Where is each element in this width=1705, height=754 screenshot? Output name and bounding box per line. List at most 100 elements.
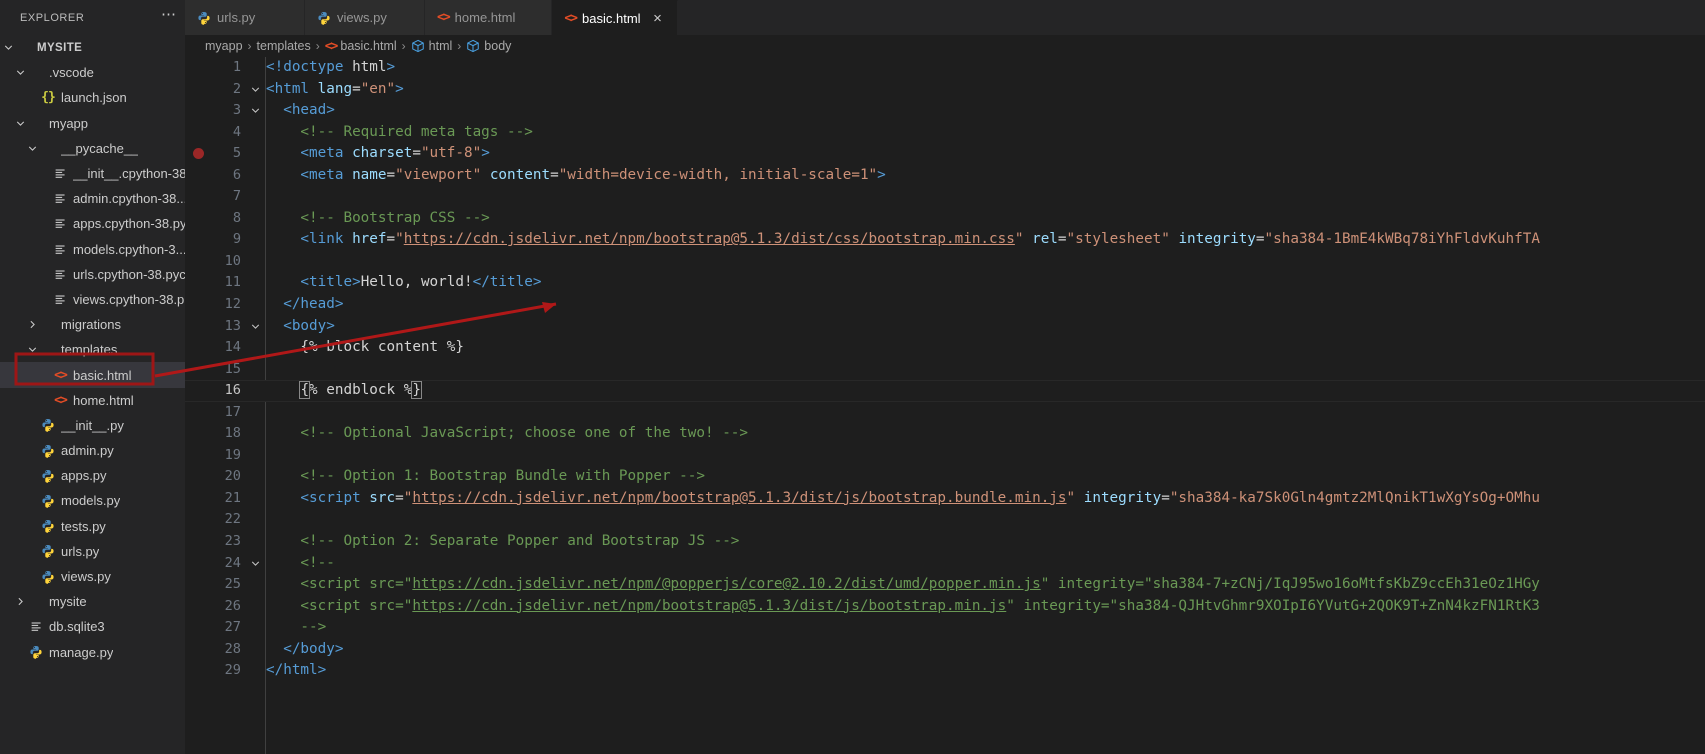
code-line[interactable]: 29 </html>	[185, 660, 1705, 682]
tab-home-html[interactable]: <>home.html×	[425, 0, 553, 35]
code-line[interactable]: 24 <!--	[185, 553, 1705, 575]
code-line[interactable]: 9 <link href="https://cdn.jsdelivr.net/n…	[185, 229, 1705, 251]
code-line-text: {% endblock %}	[264, 380, 422, 402]
editor-tabbar[interactable]: urls.py×views.py×<>home.html×<>basic.htm…	[185, 0, 1705, 35]
code-line[interactable]: 6 <meta name="viewport" content="width=d…	[185, 165, 1705, 187]
code-line[interactable]: 28 </body>	[185, 639, 1705, 661]
code-token: <!-- Option 1: Bootstrap Bundle with Pop…	[266, 468, 705, 485]
code-line[interactable]: 7	[185, 186, 1705, 208]
breadcrumb-html[interactable]: html	[411, 39, 452, 53]
code-line[interactable]: 15	[185, 359, 1705, 381]
sidebar-item-init-py[interactable]: __init__.py	[0, 413, 185, 438]
code-line[interactable]: 18 <!-- Optional JavaScript; choose one …	[185, 423, 1705, 445]
code-line[interactable]: 25 <script src="https://cdn.jsdelivr.net…	[185, 574, 1705, 596]
sidebar-item-mysite-pkg[interactable]: mysite	[0, 589, 185, 614]
breadcrumb-body[interactable]: body	[466, 39, 511, 53]
code-token: "	[395, 231, 404, 248]
code-token: href	[352, 231, 387, 248]
code-line[interactable]: 11 <title>Hello, world!</title>	[185, 272, 1705, 294]
tab-views-py[interactable]: views.py×	[305, 0, 425, 35]
code-line[interactable]: 2 <html lang="en">	[185, 79, 1705, 101]
code-token: "width=device-width, initial-scale=1"	[558, 166, 878, 183]
vscode-window: EXPLORER ⋯ MYSITE .vscode {} launch.json mya…	[0, 0, 1705, 754]
sidebar-item-urls-pyc[interactable]: urls.cpython-38.pyc	[0, 262, 185, 287]
code-token: <script	[266, 489, 370, 506]
code-line[interactable]: 13 <body>	[185, 316, 1705, 338]
code-line[interactable]: 23 <!-- Option 2: Separate Popper and Bo…	[185, 531, 1705, 553]
sidebar-item-migrations[interactable]: migrations	[0, 312, 185, 337]
code-line[interactable]: 14 {% block content %}	[185, 337, 1705, 359]
sidebar-item-init-pyc[interactable]: __init__.cpython-38...	[0, 161, 185, 186]
code-editor[interactable]: 1 <!doctype html> 2 <html lang="en"> 3 <head…	[185, 57, 1705, 754]
sidebar-item-models-pyc[interactable]: models.cpython-3...	[0, 237, 185, 262]
sidebar-item-launch-json[interactable]: {} launch.json	[0, 85, 185, 110]
breadcrumb[interactable]: myapp › templates › <> basic.html › html › body	[185, 35, 1705, 57]
sidebar-item-tests-py[interactable]: tests.py	[0, 514, 185, 539]
sidebar-item-models-py[interactable]: models.py	[0, 488, 185, 513]
code-line[interactable]: 21 <script src="https://cdn.jsdelivr.net…	[185, 488, 1705, 510]
fold-chevron-down-icon[interactable]	[247, 320, 264, 333]
breadcrumb-myapp[interactable]: myapp	[205, 39, 243, 53]
code-line[interactable]: 17	[185, 402, 1705, 424]
python-file-icon	[27, 645, 45, 659]
sidebar-item-templates[interactable]: templates	[0, 337, 185, 362]
generic-file-icon	[51, 192, 69, 205]
sidebar-item-admin-pyc[interactable]: admin.cpython-38....	[0, 186, 185, 211]
file-tree-item-label: tests.py	[61, 518, 106, 534]
code-line[interactable]: 3 <head>	[185, 100, 1705, 122]
code-line[interactable]: 10	[185, 251, 1705, 273]
file-tree[interactable]: MYSITE .vscode {} launch.json myapp __pycache…	[0, 35, 185, 754]
html-file-icon: <>	[324, 38, 339, 54]
code-line[interactable]: 19	[185, 445, 1705, 467]
sidebar-item-pycache[interactable]: __pycache__	[0, 136, 185, 161]
sidebar-item-admin-py[interactable]: admin.py	[0, 438, 185, 463]
code-line[interactable]: 12 </head>	[185, 294, 1705, 316]
code-line-text: <!-- Required meta tags -->	[264, 122, 532, 144]
code-line[interactable]: 8 <!-- Bootstrap CSS -->	[185, 208, 1705, 230]
file-tree-item-label: views.cpython-38.p...	[73, 291, 185, 307]
sidebar-item-manage-py[interactable]: manage.py	[0, 640, 185, 665]
sidebar-item-apps-pyc[interactable]: apps.cpython-38.pyc	[0, 211, 185, 236]
code-line[interactable]: 20 <!-- Option 1: Bootstrap Bundle with …	[185, 466, 1705, 488]
fold-chevron-down-icon[interactable]	[247, 557, 264, 570]
symbol-cube-icon	[466, 39, 480, 53]
file-tree-item-label: apps.cpython-38.pyc	[73, 216, 185, 232]
code-line[interactable]: 26 <script src="https://cdn.jsdelivr.net…	[185, 596, 1705, 618]
breadcrumb-label: body	[484, 39, 512, 53]
tab-urls-py[interactable]: urls.py×	[185, 0, 305, 35]
sidebar-item-mysite[interactable]: MYSITE	[0, 35, 185, 60]
fold-chevron-down-icon[interactable]	[247, 83, 264, 96]
code-line[interactable]: 27 -->	[185, 617, 1705, 639]
file-tree-item-label: db.sqlite3	[49, 619, 105, 635]
html-file-icon: <>	[564, 10, 578, 26]
breadcrumb-basic-html[interactable]: <> basic.html	[325, 39, 397, 54]
code-line[interactable]: 22	[185, 509, 1705, 531]
code-token: "stylesheet"	[1066, 231, 1170, 248]
code-token: >	[395, 80, 404, 97]
code-line-text: <script src="https://cdn.jsdelivr.net/np…	[264, 574, 1540, 596]
sidebar-item-views-pyc[interactable]: views.cpython-38.p...	[0, 287, 185, 312]
sidebar-item-home-html[interactable]: <> home.html	[0, 388, 185, 413]
sidebar-item-urls-py[interactable]: urls.py	[0, 539, 185, 564]
python-file-icon	[39, 418, 57, 433]
code-line[interactable]: 4 <!-- Required meta tags -->	[185, 122, 1705, 144]
more-actions-icon[interactable]: ⋯	[161, 7, 177, 25]
generic-file-icon	[51, 217, 69, 230]
code-line[interactable]: 16 {% endblock %}	[185, 380, 1705, 402]
sidebar-item-basic-html[interactable]: <> basic.html	[0, 362, 185, 388]
sidebar-item-apps-py[interactable]: apps.py	[0, 463, 185, 488]
fold-chevron-down-icon[interactable]	[247, 104, 264, 117]
sidebar-item-myapp[interactable]: myapp	[0, 111, 185, 136]
sidebar-item-vscode[interactable]: .vscode	[0, 60, 185, 85]
tab-basic-html[interactable]: <> basic.html ×	[552, 0, 678, 35]
code-line-text: </head>	[264, 294, 343, 316]
breadcrumb-templates[interactable]: templates	[257, 39, 311, 53]
code-line[interactable]: 1 <!doctype html>	[185, 57, 1705, 79]
code-token: <!-- Optional JavaScript; choose one of …	[266, 425, 749, 442]
code-line-text: -->	[264, 617, 326, 639]
code-token: <link	[266, 231, 353, 248]
close-icon[interactable]: ×	[651, 11, 665, 26]
sidebar-item-views-py[interactable]: views.py	[0, 564, 185, 589]
sidebar-item-db-sqlite3[interactable]: db.sqlite3	[0, 614, 185, 639]
code-line[interactable]: 5 <meta charset="utf-8">	[185, 143, 1705, 165]
